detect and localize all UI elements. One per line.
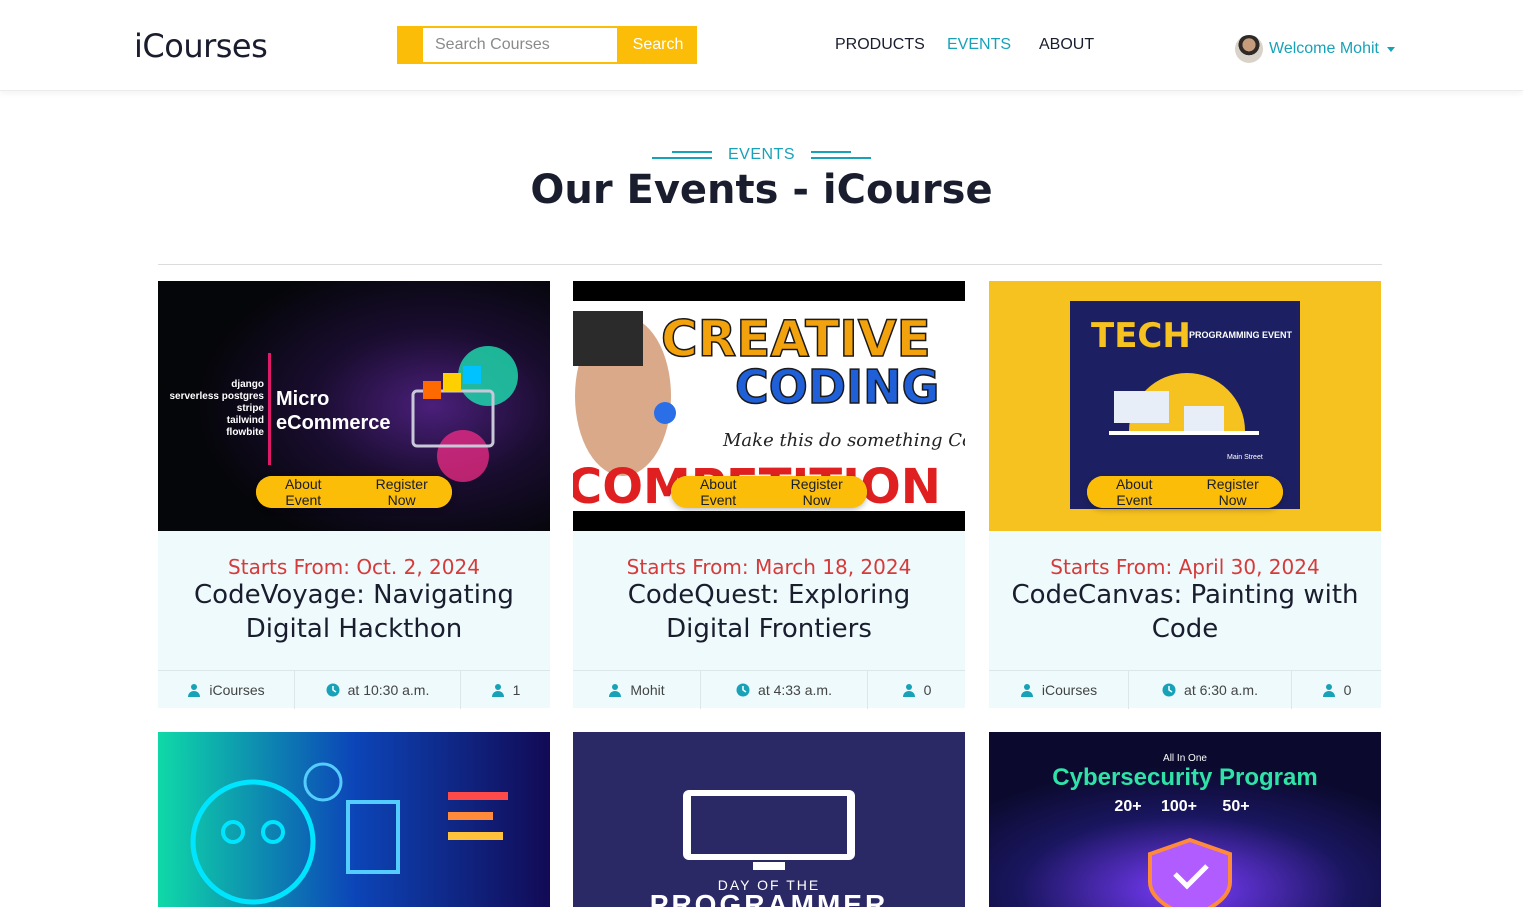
event-card: django serverless postgres stripe tailwind f… xyxy=(158,281,550,709)
nav-products[interactable]: PRODUCTS xyxy=(835,36,925,54)
image-line3: Make this do something Cool xyxy=(722,430,965,451)
event-actions: About Event Register Now xyxy=(1087,476,1283,508)
avatar xyxy=(1235,35,1263,63)
svg-text:PROGRAMMER: PROGRAMMER xyxy=(650,889,888,907)
search-form: Search xyxy=(397,26,697,64)
event-time: at 6:30 a.m. xyxy=(1129,671,1292,709)
event-date: Starts From: Oct. 2, 2024 xyxy=(228,555,480,579)
user-tie-icon xyxy=(188,684,201,697)
section-kicker: EVENTS xyxy=(0,140,1523,164)
svg-text:100+: 100+ xyxy=(1161,798,1197,815)
user-menu[interactable]: Welcome Mohit xyxy=(1235,35,1395,63)
image-top: All In One xyxy=(1163,753,1207,764)
event-card: TECH PROGRAMMING EVENT Main Street About… xyxy=(989,281,1381,709)
svg-text:20+: 20+ xyxy=(1114,798,1141,815)
image-line2: PROGRAMMING EVENT xyxy=(1189,330,1293,340)
event-time: at 4:33 a.m. xyxy=(701,671,868,709)
user-icon xyxy=(491,684,504,697)
kicker-line-left xyxy=(651,151,712,159)
event-meta: iCourses at 10:30 a.m. 1 xyxy=(158,670,550,709)
top-navbar: iCourses Search PRODUCTS EVENTS ABOUT We… xyxy=(0,0,1523,91)
user-tie-icon xyxy=(609,684,622,697)
about-event-button[interactable]: About Event xyxy=(1087,476,1182,508)
search-input[interactable] xyxy=(423,28,617,62)
page-title: Our Events - iCourse xyxy=(530,167,993,213)
event-actions: About Event Register Now xyxy=(256,476,452,508)
event-card-image[interactable]: All In One Cybersecurity Program 20+ 100… xyxy=(989,732,1381,907)
image-title: Cybersecurity Program xyxy=(1052,764,1317,791)
event-time: at 10:30 a.m. xyxy=(295,671,461,709)
event-attendees: 1 xyxy=(461,671,550,709)
event-image xyxy=(158,732,550,907)
svg-text:50+: 50+ xyxy=(1222,798,1249,815)
event-attendees: 0 xyxy=(868,671,965,709)
image-line3: Main Street xyxy=(1227,454,1263,461)
event-host: Mohit xyxy=(573,671,701,709)
about-event-button[interactable]: About Event xyxy=(671,476,766,508)
chevron-down-icon xyxy=(1386,46,1395,52)
event-title[interactable]: CodeQuest: Exploring Digital Frontiers xyxy=(593,578,945,646)
user-icon xyxy=(902,684,915,697)
event-host: iCourses xyxy=(158,671,295,709)
register-now-button[interactable]: Register Now xyxy=(766,476,867,508)
clock-icon xyxy=(1162,683,1176,697)
event-image: All In One Cybersecurity Program 20+ 100… xyxy=(989,732,1381,907)
event-date: Starts From: March 18, 2024 xyxy=(626,555,912,579)
image-line1: Micro xyxy=(276,388,329,410)
event-image: DAY OF THE PROGRAMMER xyxy=(573,732,965,907)
kicker-line-right xyxy=(811,151,871,159)
register-now-button[interactable]: Register Now xyxy=(351,476,452,508)
nav-about[interactable]: ABOUT xyxy=(1039,36,1094,54)
event-title[interactable]: CodeCanvas: Painting with Code xyxy=(1009,578,1361,646)
user-tie-icon xyxy=(1020,684,1033,697)
brand-logo[interactable]: iCourses xyxy=(134,27,268,65)
image-line2: CODING xyxy=(735,360,939,414)
event-actions: About Event Register Now xyxy=(671,476,867,508)
nav-events[interactable]: EVENTS xyxy=(947,36,1011,54)
search-button[interactable]: Search xyxy=(619,26,697,64)
divider xyxy=(158,264,1382,265)
clock-icon xyxy=(736,683,750,697)
kicker-label: EVENTS xyxy=(727,146,795,163)
user-icon xyxy=(1322,684,1335,697)
event-card-image[interactable]: DAY OF THE PROGRAMMER xyxy=(573,732,965,907)
event-date: Starts From: April 30, 2024 xyxy=(1050,555,1320,579)
image-line1: TECH xyxy=(1091,316,1191,356)
welcome-text: Welcome Mohit xyxy=(1269,40,1379,57)
event-card: CREATIVE CODING Make this do something C… xyxy=(573,281,965,709)
event-card-image[interactable] xyxy=(158,732,550,907)
event-attendees: 0 xyxy=(1292,671,1381,709)
about-event-button[interactable]: About Event xyxy=(256,476,351,508)
event-meta: iCourses at 6:30 a.m. 0 xyxy=(989,670,1381,709)
event-title[interactable]: CodeVoyage: Navigating Digital Hackthon xyxy=(178,578,530,646)
event-host: iCourses xyxy=(989,671,1129,709)
event-meta: Mohit at 4:33 a.m. 0 xyxy=(573,670,965,709)
clock-icon xyxy=(326,683,340,697)
register-now-button[interactable]: Register Now xyxy=(1182,476,1283,508)
image-line2: eCommerce xyxy=(276,412,391,434)
